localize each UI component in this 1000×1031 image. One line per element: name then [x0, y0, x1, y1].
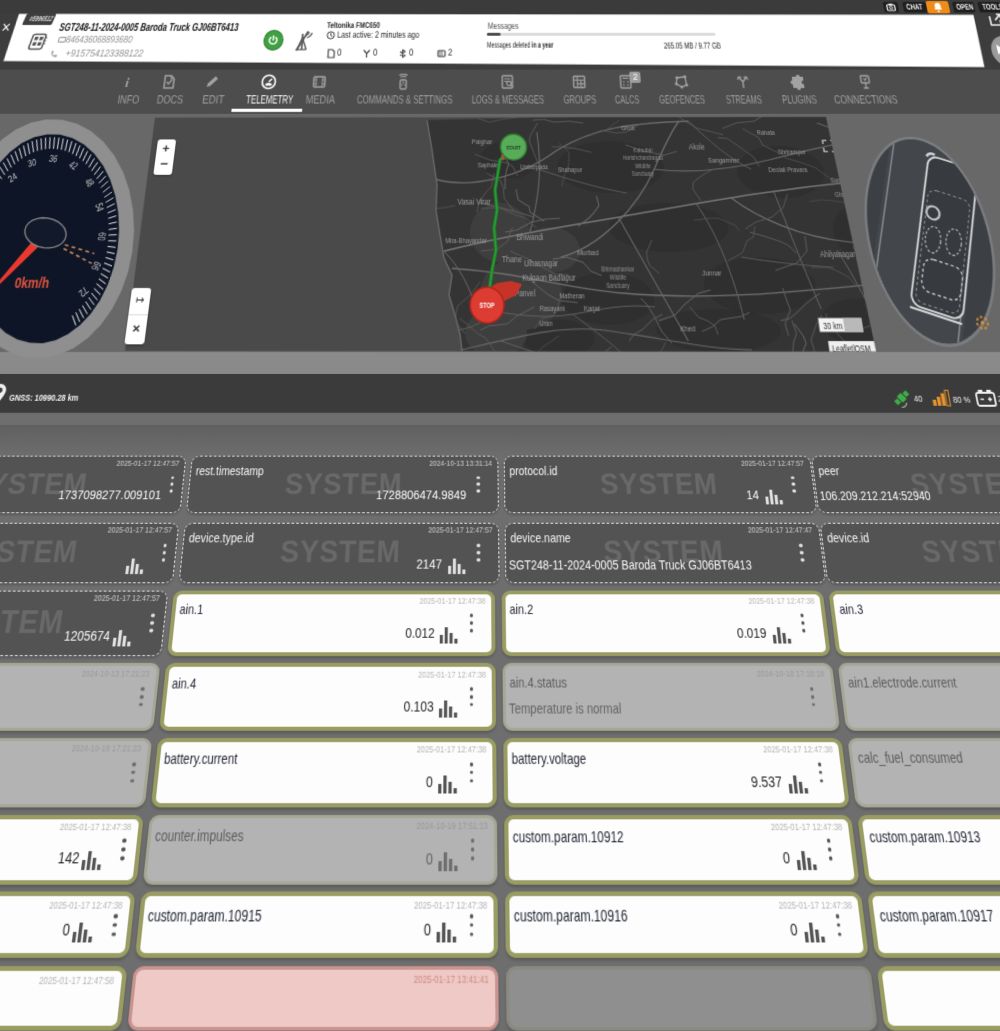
svg-text:Sanctuary: Sanctuary	[632, 171, 655, 178]
svg-text:Shahapur: Shahapur	[558, 167, 583, 174]
svg-text:Ahilyanagar: Ahilyanagar	[820, 251, 857, 260]
svg-text:i: i	[124, 76, 130, 91]
svg-text:Harishchandragad: Harishchandragad	[623, 155, 664, 162]
svg-text:Akole: Akole	[688, 144, 705, 152]
svg-text:START: START	[506, 145, 521, 152]
svg-text:Rasayani: Rasayani	[539, 306, 564, 314]
svg-text:Mira-Bhayandar: Mira-Bhayandar	[445, 238, 487, 245]
svg-text:Ulhasnagar: Ulhasnagar	[524, 260, 559, 269]
svg-text:0km/h: 0km/h	[13, 274, 51, 292]
svg-text:Kalsubai: Kalsubai	[633, 147, 652, 154]
svg-text:Bhimashankar: Bhimashankar	[601, 267, 634, 275]
svg-text:Vasai Virar: Vasai Virar	[457, 197, 491, 208]
svg-text:Karjat: Karjat	[584, 306, 600, 314]
svg-text:Umberpada: Umberpada	[520, 164, 549, 171]
svg-text:Deolali Pravara: Deolali Pravara	[768, 167, 808, 174]
svg-text:Murbad: Murbad	[577, 249, 599, 258]
svg-text:Shrirampur: Shrirampur	[778, 149, 807, 156]
svg-text:Bhiwandi: Bhiwandi	[517, 234, 544, 243]
svg-text:Matheran: Matheran	[559, 293, 584, 301]
svg-text:Uran: Uran	[539, 321, 552, 329]
svg-text:60: 60	[95, 232, 109, 241]
svg-text:STOP: STOP	[479, 302, 494, 310]
svg-text:Khed: Khed	[680, 324, 696, 333]
svg-text:Wildlife: Wildlife	[635, 163, 651, 170]
svg-text:Sangamner: Sangamner	[708, 157, 741, 165]
svg-text:Sanctuary: Sanctuary	[606, 283, 630, 291]
svg-text:Kulgaon Badlapur: Kulgaon Badlapur	[522, 275, 576, 284]
svg-text:Thane: Thane	[502, 253, 522, 264]
svg-text:30 km: 30 km	[823, 322, 844, 331]
svg-text:Saphale: Saphale	[478, 162, 499, 169]
svg-text:Ghoti: Ghoti	[621, 126, 635, 133]
svg-text:Rahata: Rahata	[756, 131, 775, 138]
svg-text:Palghar: Palghar	[472, 138, 493, 146]
svg-text:Junnar: Junnar	[702, 270, 723, 279]
svg-text:Wildlife: Wildlife	[610, 275, 627, 283]
